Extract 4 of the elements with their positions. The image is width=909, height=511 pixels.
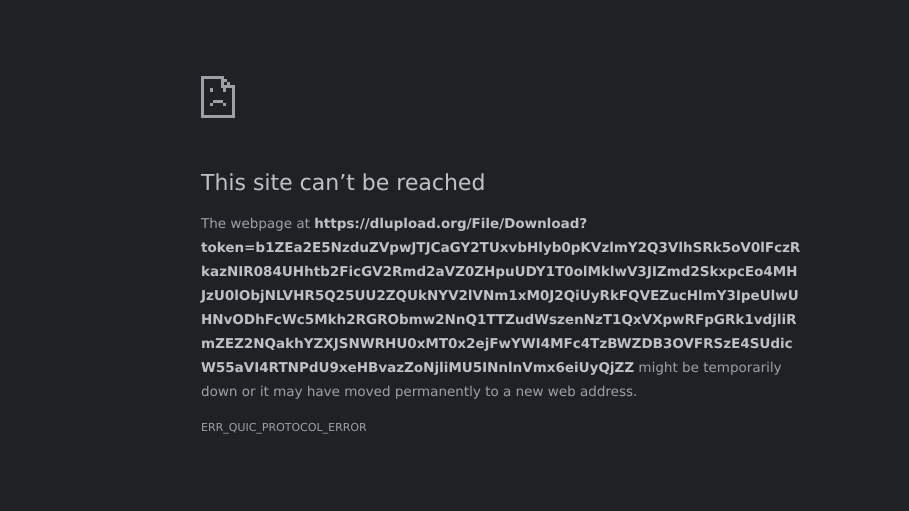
error-code: ERR_QUIC_PROTOCOL_ERROR <box>201 420 368 436</box>
error-message: The webpage at https://dlupload.org/File/Download?token=b1ZEa2E5NzduZVpwJTJCaGY2TUxvbHlyb0pKVzlmY2Q3VlhSRk5oV0lFczRkazNIR084UHhtb2FicGV2Rmd2aVZ0ZHpuUDY1T0olMklwV3JIZmd2SkxpcEo4MHJzU0lObjNLVHR5Q25UU2ZQUkNYV2lVNm1xM0J2QiUyRkFQVEZucHlmY3IpeUlwUHNvODhFcWc5Mkh2RGRObmw2NnQ1TTZudWszenNzT1QxVXpwRFpGRk1vdjliRmZEZ2NQakhYZXJSNWRHU0xMT0x2ejFwYWI4MFc4TzBWZDB3OVFRSzE4SUdicW55aVI4RTNPdU9xeHBvazZoNjliMU5INnlnVmx6eiUyQjZZ might be temporarily down or it may have moved permanently to a new web address. <box>201 215 801 402</box>
sad-page-icon <box>201 76 235 118</box>
error-title: This site can’t be reached <box>201 170 486 198</box>
